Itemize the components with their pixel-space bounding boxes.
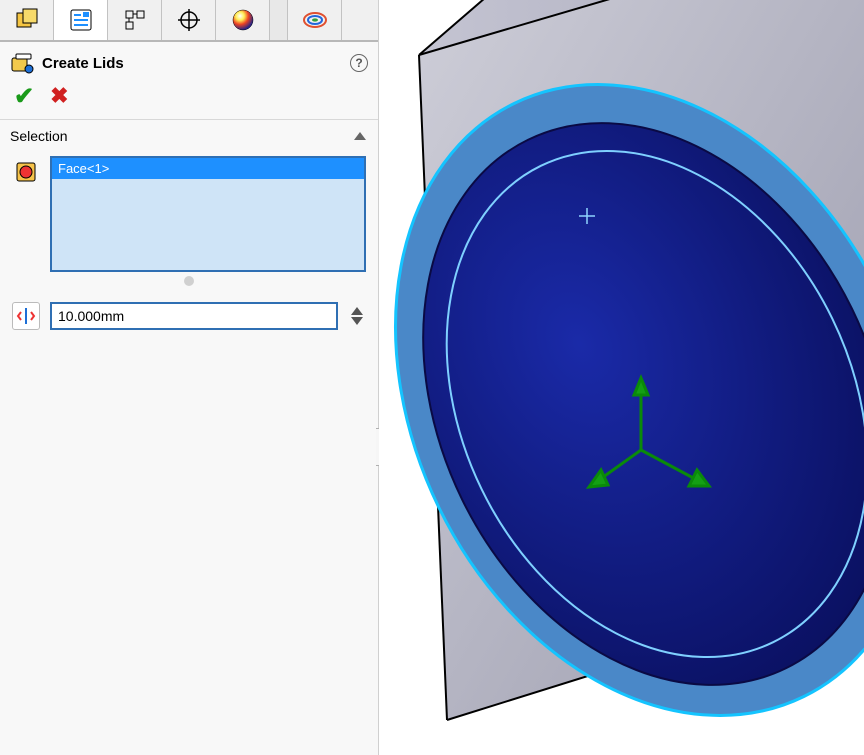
resize-grip-icon[interactable] bbox=[184, 276, 194, 286]
configuration-manager-tab[interactable] bbox=[108, 0, 162, 40]
property-manager-icon bbox=[68, 7, 94, 33]
model-view bbox=[379, 0, 864, 755]
confirm-row: ✔ ✖ bbox=[0, 79, 378, 119]
feature-manager-icon bbox=[14, 7, 40, 33]
collapse-caret-icon bbox=[354, 132, 366, 140]
flow-simulation-icon bbox=[302, 7, 328, 33]
selection-group-label: Selection bbox=[10, 128, 68, 144]
graphics-viewport[interactable] bbox=[379, 0, 864, 755]
tab-gap bbox=[270, 0, 288, 40]
thickness-icon bbox=[12, 302, 40, 330]
property-manager-tab[interactable] bbox=[54, 0, 108, 40]
spinner-down-button[interactable] bbox=[351, 317, 363, 325]
flow-tab[interactable] bbox=[288, 0, 342, 40]
features-tab[interactable] bbox=[0, 0, 54, 40]
appearance-tab[interactable] bbox=[216, 0, 270, 40]
help-button[interactable]: ? bbox=[350, 54, 368, 72]
create-lids-icon bbox=[10, 51, 34, 75]
thickness-input[interactable] bbox=[50, 302, 338, 330]
feature-title: Create Lids bbox=[42, 55, 342, 72]
selection-group-body: Face<1> bbox=[0, 150, 378, 342]
thickness-spinner bbox=[348, 307, 366, 325]
cancel-button[interactable]: ✖ bbox=[50, 85, 68, 109]
selection-group-header[interactable]: Selection bbox=[0, 119, 378, 150]
selection-list[interactable]: Face<1> bbox=[50, 156, 366, 272]
ok-button[interactable]: ✔ bbox=[14, 85, 34, 109]
feature-header: Create Lids ? bbox=[0, 42, 378, 79]
configuration-manager-icon bbox=[122, 7, 148, 33]
selection-item[interactable]: Face<1> bbox=[52, 158, 364, 179]
appearance-sphere-icon bbox=[230, 7, 256, 33]
dimxpert-tab[interactable] bbox=[162, 0, 216, 40]
property-manager-panel: Create Lids ? ✔ ✖ Selection Face<1> bbox=[0, 0, 379, 755]
spinner-up-button[interactable] bbox=[351, 307, 363, 315]
face-selection-icon bbox=[12, 158, 40, 186]
target-icon bbox=[176, 7, 202, 33]
manager-tabstrip bbox=[0, 0, 378, 42]
